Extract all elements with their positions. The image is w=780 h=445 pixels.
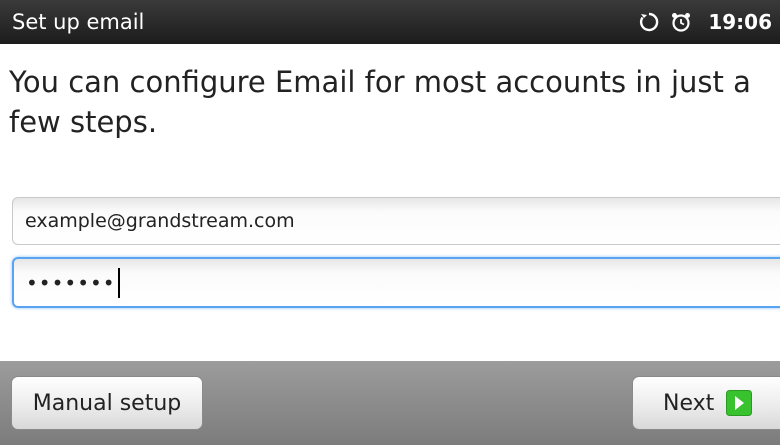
app-title: Set up email xyxy=(12,10,145,34)
title-bar: Set up email 19:06 xyxy=(0,0,780,44)
sync-icon xyxy=(638,11,660,33)
password-field[interactable]: ••••••• xyxy=(12,257,780,308)
text-cursor xyxy=(117,267,120,298)
status-icons: 19:06 xyxy=(638,8,772,36)
next-label: Next xyxy=(663,390,715,416)
alarm-clock-icon xyxy=(670,11,692,33)
email-value: example@grandstream.com xyxy=(25,210,295,232)
intro-text: You can configure Email for most account… xyxy=(9,65,751,139)
next-arrow-icon xyxy=(726,390,753,416)
manual-setup-label: Manual setup xyxy=(32,390,182,416)
next-button[interactable]: Next xyxy=(632,376,780,430)
manual-setup-button[interactable]: Manual setup xyxy=(11,376,203,430)
email-field[interactable]: example@grandstream.com xyxy=(12,197,780,245)
password-value: ••••••• xyxy=(26,270,116,295)
setup-email-screen: Set up email 19:06 You can configure Ema… xyxy=(0,0,780,445)
status-time: 19:06 xyxy=(708,10,772,34)
button-bar: Manual setup Next xyxy=(0,361,780,445)
